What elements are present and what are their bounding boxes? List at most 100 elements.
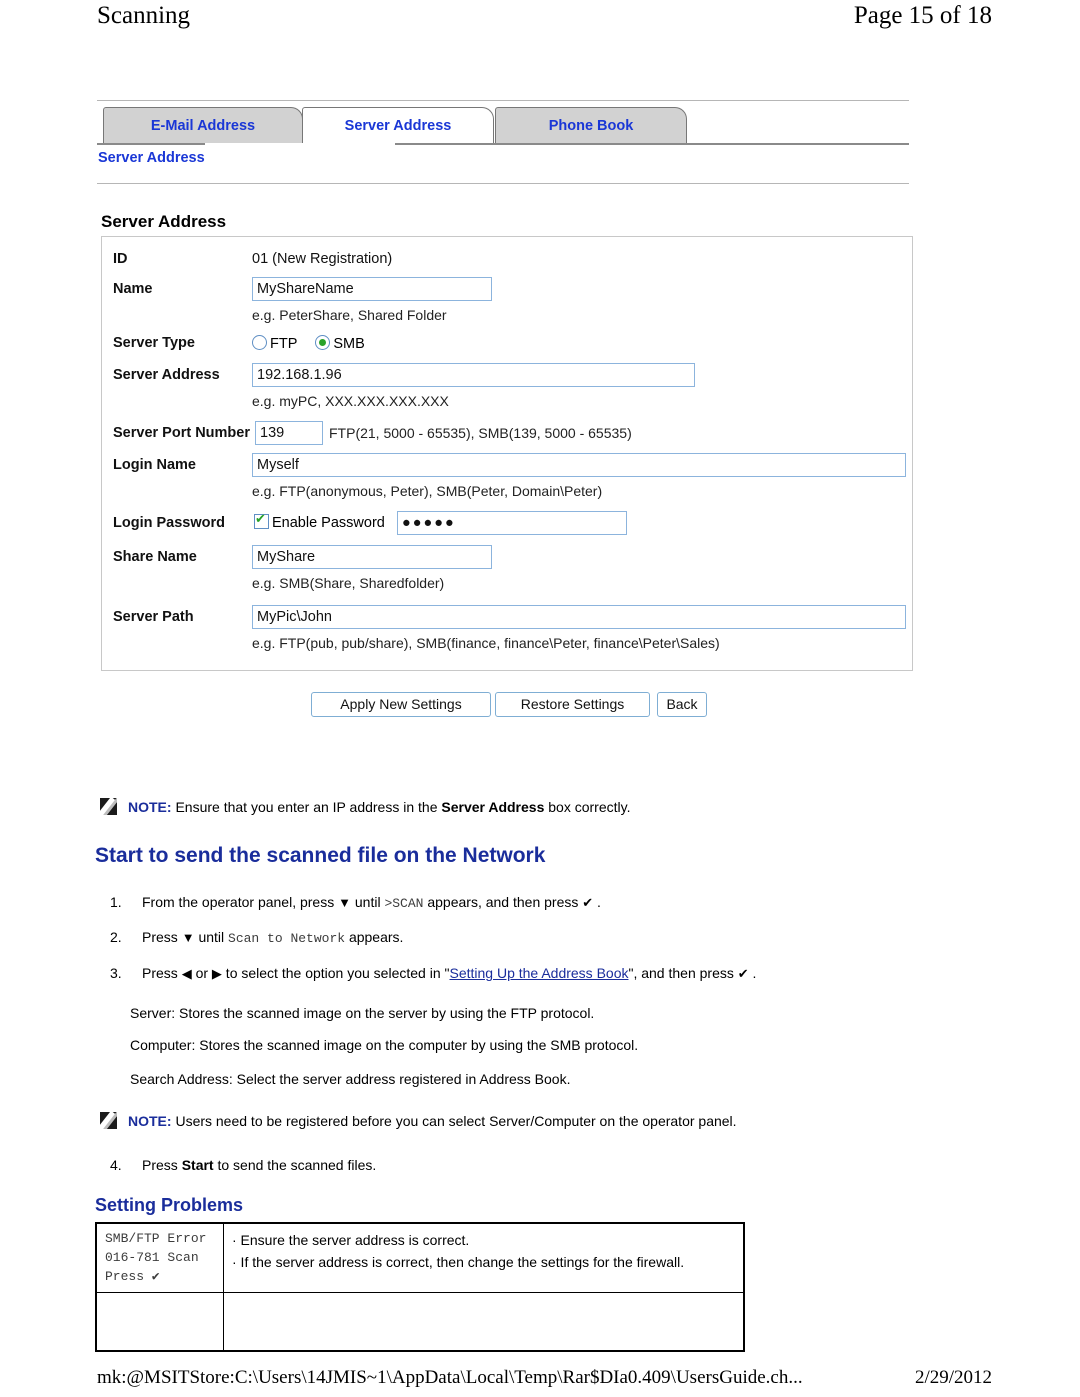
step-1-number: 1. xyxy=(110,894,122,910)
note-2-text: NOTE: Users need to be registered before… xyxy=(128,1113,737,1129)
enable-password-checkbox[interactable] xyxy=(254,511,269,529)
login-name-input[interactable]: Myself xyxy=(252,453,906,477)
step-3-part-0: Press xyxy=(142,965,182,981)
table-row: SMB/FTP Error 016-781 Scan Press ✔ · Ens… xyxy=(95,1222,745,1293)
problem-code-cell xyxy=(95,1292,224,1352)
step-1-code: >SCAN xyxy=(384,896,424,911)
id-value: 01 (New Registration) xyxy=(252,251,393,267)
name-hint: e.g. PeterShare, Shared Folder xyxy=(252,307,447,323)
form-button-bar: Apply New Settings Restore Settings Back xyxy=(0,692,1080,722)
radio-ftp-label: FTP xyxy=(270,336,298,352)
problem-solution-cell xyxy=(223,1292,745,1352)
section-heading-network: Start to send the scanned file on the Ne… xyxy=(95,844,546,867)
breadcrumb-divider xyxy=(97,183,909,184)
left-arrow-icon: ◀ xyxy=(181,966,192,981)
name-label: Name xyxy=(113,281,153,297)
address-book-link[interactable]: Setting Up the Address Book xyxy=(449,965,628,981)
step-2-number: 2. xyxy=(110,929,122,945)
step-1-part-2: until xyxy=(350,894,385,910)
section-heading-setting-problems: Setting Problems xyxy=(95,1195,244,1215)
problem-solution-line-1: · Ensure the server address is correct. xyxy=(232,1232,470,1248)
right-arrow-icon: ▶ xyxy=(211,966,222,981)
enable-password-label: Enable Password xyxy=(272,515,385,531)
footer-date: 2/29/2012 xyxy=(914,1367,992,1388)
paragraph-server: Server: Stores the scanned image on the … xyxy=(130,1005,595,1021)
step-1-part-0: From the operator panel, press xyxy=(142,894,339,910)
server-path-hint: e.g. FTP(pub, pub/share), SMB(finance, f… xyxy=(252,635,720,651)
server-path-input[interactable]: MyPic\John xyxy=(252,605,906,629)
back-button[interactable]: Back xyxy=(657,692,707,717)
step-3-part-6: ", and then press xyxy=(628,965,738,981)
step-2-text: Press ▼ until Scan to Network appears. xyxy=(142,929,403,946)
radio-ftp[interactable] xyxy=(252,335,267,350)
share-name-hint: e.g. SMB(Share, Sharedfolder) xyxy=(252,575,445,591)
note-1-after: box correctly. xyxy=(544,799,631,815)
server-port-input[interactable]: 139 xyxy=(255,421,323,445)
note-1-label: NOTE: xyxy=(128,799,172,815)
server-type-radio-group: FTP SMB xyxy=(252,335,383,353)
step-1-part-4: appears, and then press xyxy=(423,894,583,910)
tab-email-address[interactable]: E-Mail Address xyxy=(103,107,303,144)
page-footer: mk:@MSITStore:C:\Users\14JMIS~1\AppData\… xyxy=(0,1367,1080,1397)
name-input[interactable]: MyShareName xyxy=(252,277,492,301)
problem-code-cell: SMB/FTP Error 016-781 Scan Press ✔ xyxy=(95,1222,224,1293)
note-1-bold: Server Address xyxy=(441,799,545,815)
server-path-label: Server Path xyxy=(113,609,194,625)
page-number: Page 15 of 18 xyxy=(853,2,992,29)
step-2-part-2: until xyxy=(194,929,229,945)
enable-password-group: Enable Password xyxy=(254,511,385,532)
check-icon: ✔ xyxy=(582,895,594,910)
page-header: Scanning Page 15 of 18 xyxy=(0,0,1080,44)
step-2-part-0: Press xyxy=(142,929,182,945)
tab-server-address[interactable]: Server Address xyxy=(302,107,494,144)
step-4-after: to send the scanned files. xyxy=(213,1157,377,1173)
share-name-input[interactable]: MyShare xyxy=(252,545,492,569)
top-divider xyxy=(97,100,909,101)
note-2-body: Users need to be registered before you c… xyxy=(171,1113,737,1129)
tab-active-gap xyxy=(205,143,395,145)
server-port-hint: FTP(21, 5000 - 65535), SMB(139, 5000 - 6… xyxy=(329,425,632,441)
panel-title: Server Address xyxy=(101,212,227,231)
server-type-label: Server Type xyxy=(113,335,195,351)
down-arrow-icon: ▼ xyxy=(181,930,195,945)
note-icon xyxy=(100,1112,117,1129)
restore-settings-button[interactable]: Restore Settings xyxy=(495,692,650,717)
server-address-input[interactable]: 192.168.1.96 xyxy=(252,363,695,387)
tab-bar: E-Mail Address Server Address Phone Book xyxy=(97,107,909,145)
problem-code-line-1: SMB/FTP Error xyxy=(105,1231,207,1246)
check-icon: ✔ xyxy=(737,966,749,981)
id-label: ID xyxy=(113,251,128,267)
step-4-before: Press xyxy=(142,1157,182,1173)
login-name-label: Login Name xyxy=(113,457,196,473)
login-name-hint: e.g. FTP(anonymous, Peter), SMB(Peter, D… xyxy=(252,483,603,499)
radio-smb[interactable] xyxy=(315,335,331,350)
apply-new-settings-button[interactable]: Apply New Settings xyxy=(311,692,491,717)
problem-code-line-2: 016-781 Scan xyxy=(105,1250,199,1265)
note-2-label: NOTE: xyxy=(128,1113,172,1129)
step-3-text: Press ◀ or ▶ to select the option you se… xyxy=(142,965,756,982)
step-4-text: Press Start to send the scanned files. xyxy=(142,1157,376,1173)
note-1-text: NOTE: Ensure that you enter an IP addres… xyxy=(128,799,630,815)
server-address-label: Server Address xyxy=(113,367,220,383)
step-4-number: 4. xyxy=(110,1157,122,1173)
password-input[interactable]: ●●●●● xyxy=(397,511,627,535)
server-address-hint: e.g. myPC, XXX.XXX.XXX.XXX xyxy=(252,393,449,409)
footer-path: mk:@MSITStore:C:\Users\14JMIS~1\AppData\… xyxy=(97,1367,803,1388)
paragraph-search-address: Search Address: Select the server addres… xyxy=(130,1071,571,1087)
setting-problems-table: SMB/FTP Error 016-781 Scan Press ✔ · Ens… xyxy=(95,1222,745,1352)
problem-code-line-3: Press ✔ xyxy=(105,1269,160,1284)
down-arrow-icon: ▼ xyxy=(338,895,351,910)
step-3-part-2: or xyxy=(191,965,212,981)
step-2-part-4: appears. xyxy=(345,929,404,945)
note-icon xyxy=(100,798,117,815)
step-4-bold: Start xyxy=(181,1157,214,1173)
tab-underline xyxy=(97,143,909,145)
server-address-form: ID 01 (New Registration) Name MyShareNam… xyxy=(101,236,913,671)
tab-phone-book[interactable]: Phone Book xyxy=(495,107,687,144)
problem-solution-cell: · Ensure the server address is correct. … xyxy=(223,1222,745,1293)
breadcrumb[interactable]: Server Address xyxy=(98,150,205,166)
step-1-text: From the operator panel, press ▼ until >… xyxy=(142,894,601,911)
table-row xyxy=(95,1292,745,1352)
share-name-label: Share Name xyxy=(113,549,197,565)
server-port-label: Server Port Number xyxy=(113,425,250,441)
